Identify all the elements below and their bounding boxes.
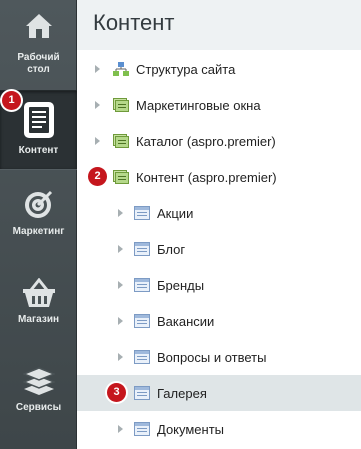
sitemap-icon: [113, 62, 129, 76]
expand-arrow-icon[interactable]: [118, 317, 123, 325]
sidebar-item-marketing[interactable]: Маркетинг: [0, 180, 77, 250]
expand-arrow-icon[interactable]: [118, 245, 123, 253]
sidebar-item-label: Контент: [18, 145, 59, 156]
iblock-icon: [134, 206, 150, 220]
step-badge: 1: [2, 91, 21, 110]
tree-item-label: Блог: [157, 242, 186, 257]
expand-arrow-icon[interactable]: [118, 353, 123, 361]
sidebar-item-shop[interactable]: Магазин: [0, 270, 77, 340]
page-title: Контент: [93, 10, 175, 35]
sidebar-item-label: Магазин: [17, 314, 60, 325]
sidebar-item-desktop[interactable]: Рабочий стол: [0, 0, 77, 84]
iblock-type-icon: [113, 170, 129, 184]
expand-arrow-icon[interactable]: [95, 65, 100, 73]
tree-item-vacancies[interactable]: Вакансии: [77, 303, 361, 339]
tree-item-brands[interactable]: Бренды: [77, 267, 361, 303]
sidebar-item-label: Маркетинг: [12, 226, 65, 237]
iblock-icon: [134, 386, 150, 400]
sidebar-item-label: стол: [27, 64, 50, 75]
iblock-icon: [134, 422, 150, 436]
tree-item-blog[interactable]: Блог: [77, 231, 361, 267]
tree-item-label: Бренды: [157, 278, 205, 293]
tree-item-site-structure[interactable]: Структура сайта: [77, 51, 361, 87]
tree-item-label: Галерея: [157, 386, 207, 401]
tree-item-label: Маркетинговые окна: [136, 98, 261, 113]
sidebar-item-label: Сервисы: [15, 402, 62, 413]
content-tree: Структура сайта Маркетинговые окна Катал…: [77, 50, 361, 449]
step-badge: 2: [88, 167, 107, 186]
basket-icon: [22, 278, 55, 307]
admin-sidebar: Рабочий стол Контент 1 Маркетинг Магазин…: [0, 0, 77, 449]
tree-item-catalog[interactable]: Каталог (aspro.premier): [77, 123, 361, 159]
sidebar-item-label: Рабочий: [17, 52, 60, 63]
home-icon: [25, 14, 52, 38]
target-icon: [24, 190, 52, 218]
iblock-icon: [134, 350, 150, 364]
tree-item-label: Документы: [157, 422, 225, 437]
expand-arrow-icon[interactable]: [95, 101, 100, 109]
step-badge: 3: [107, 383, 126, 402]
tree-item-documents[interactable]: Документы: [77, 411, 361, 447]
sidebar-item-services[interactable]: Сервисы: [0, 360, 77, 430]
content-panel: Контент Структура сайта Маркетинговые ок…: [77, 0, 361, 449]
tree-item-promotions[interactable]: Акции: [77, 195, 361, 231]
iblock-type-icon: [113, 98, 129, 112]
iblock-icon: [134, 242, 150, 256]
tree-item-label: Акции: [157, 206, 194, 221]
tree-item-label: Каталог (aspro.premier): [136, 134, 276, 149]
tree-item-label: Структура сайта: [136, 62, 236, 77]
tree-item-content-aspro[interactable]: Контент (aspro.premier): [77, 159, 361, 195]
expand-arrow-icon[interactable]: [118, 281, 123, 289]
tree-item-label: Вакансии: [157, 314, 215, 329]
document-icon: [23, 102, 54, 138]
expand-arrow-icon[interactable]: [118, 209, 123, 217]
iblock-type-icon: [113, 134, 129, 148]
expand-arrow-icon[interactable]: [118, 425, 123, 433]
tree-item-marketing-windows[interactable]: Маркетинговые окна: [77, 87, 361, 123]
layers-icon: [22, 367, 55, 395]
tree-item-label: Вопросы и ответы: [157, 350, 267, 365]
tree-item-faq[interactable]: Вопросы и ответы: [77, 339, 361, 375]
iblock-icon: [134, 314, 150, 328]
tree-item-label: Контент (aspro.premier): [136, 170, 277, 185]
expand-arrow-icon[interactable]: [95, 137, 100, 145]
iblock-icon: [134, 278, 150, 292]
